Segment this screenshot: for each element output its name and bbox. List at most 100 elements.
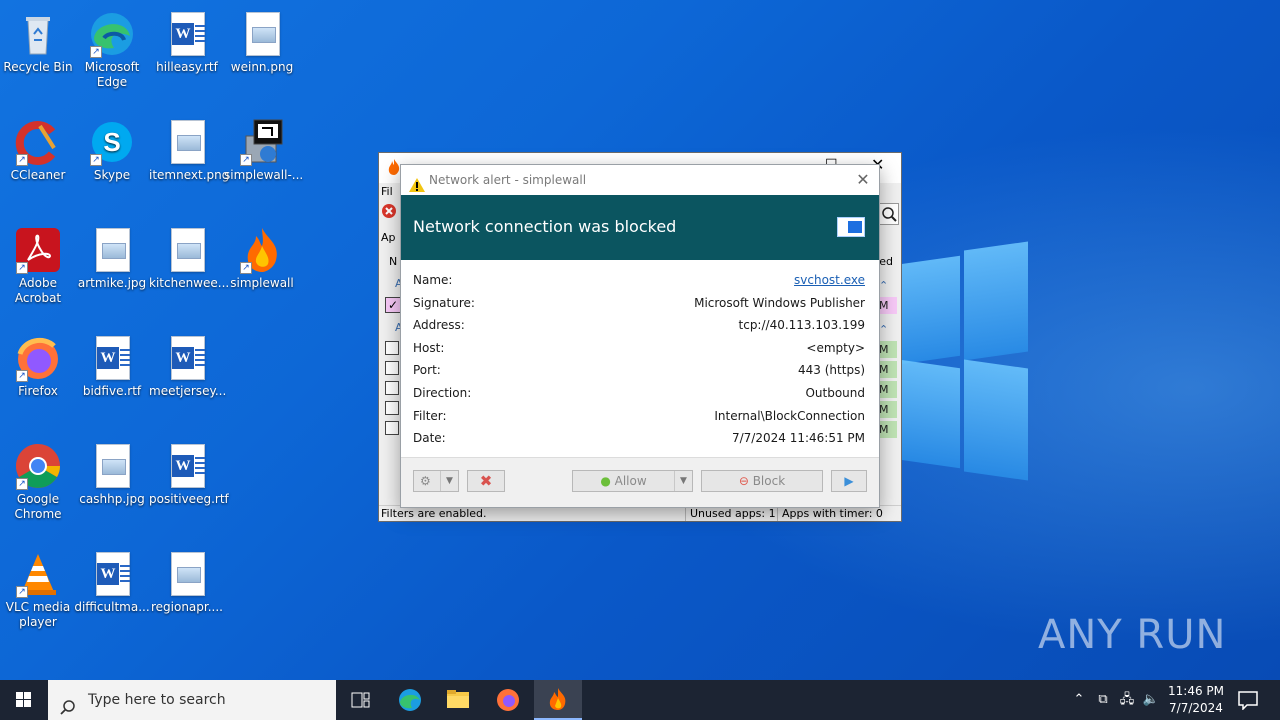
desktop-icon-label: CCleaner xyxy=(10,168,66,182)
detail-row-direction: Direction: Outbound xyxy=(413,383,867,406)
warning-icon xyxy=(409,173,425,192)
next-button[interactable]: ▶ xyxy=(831,470,867,492)
desktop-icon-weinn[interactable]: weinn.png xyxy=(224,6,300,75)
desktop-icon-difficultma[interactable]: W difficultma... xyxy=(74,546,150,615)
block-toolbar-icon[interactable] xyxy=(381,203,399,221)
desktop-icon-hilleasy[interactable]: W hilleasy.rtf xyxy=(149,6,225,75)
desktop-icon-artmike[interactable]: artmike.jpg xyxy=(74,222,150,291)
desktop-icon-label: Recycle Bin xyxy=(3,60,73,74)
collapse-arrow-icon[interactable]: ⌃ xyxy=(877,321,897,338)
desktop-icon-skype[interactable]: S ↗ Skype xyxy=(74,114,150,183)
installer-icon: ↗ xyxy=(238,118,286,166)
desktop-icon-label: simplewall xyxy=(230,276,294,290)
desktop-icon-ccleaner[interactable]: ↗ CCleaner xyxy=(0,114,76,183)
detail-label: Address: xyxy=(413,318,465,333)
window-pane-icon[interactable] xyxy=(837,217,865,237)
desktop-icon-recycle-bin[interactable]: Recycle Bin xyxy=(0,6,76,75)
app-checkbox[interactable] xyxy=(385,361,399,375)
detail-row-port: Port: 443 (https) xyxy=(413,360,867,383)
svg-text:S: S xyxy=(103,127,120,157)
allow-button[interactable]: ● Allow ▼ xyxy=(572,470,693,492)
desktop-icon-kitchenwee[interactable]: kitchenwee... xyxy=(149,222,229,291)
taskbar-search-box[interactable]: Type here to search xyxy=(48,680,336,720)
search-toolbar-icon[interactable] xyxy=(879,203,899,225)
detail-row-host: Host: <empty> xyxy=(413,338,867,361)
system-clock[interactable]: 11:46 PM 7/7/2024 xyxy=(1166,683,1226,717)
app-checkbox[interactable]: ✓ xyxy=(385,297,401,313)
status-unused-apps: Unused apps: 1 xyxy=(685,506,776,521)
anyrun-watermark: ANY RUN xyxy=(1038,612,1226,658)
app-checkbox[interactable] xyxy=(385,421,399,435)
alert-banner: Network connection was blocked xyxy=(401,195,879,260)
desktop-icon-cashhp[interactable]: cashhp.jpg xyxy=(74,438,150,507)
desktop-icon-microsoft-edge[interactable]: ↗ Microsoft Edge xyxy=(74,6,150,90)
desktop: Recycle Bin ↗ CCleaner ↗ Adobe Acrobat ↗… xyxy=(0,0,1280,680)
desktop-icon-google-chrome[interactable]: ↗ Google Chrome xyxy=(0,438,76,522)
app-checkbox[interactable] xyxy=(385,401,399,415)
taskbar-edge[interactable] xyxy=(386,680,434,720)
taskbar-file-explorer[interactable] xyxy=(434,680,482,720)
desktop-icon-label: regionapr.... xyxy=(150,600,223,614)
desktop-icon-label: cashhp.jpg xyxy=(79,492,145,506)
network-icon[interactable]: 🖧 xyxy=(1118,690,1136,710)
vlc-icon: ↗ xyxy=(14,550,62,598)
start-button[interactable] xyxy=(0,680,48,720)
desktop-icon-itemnext[interactable]: itemnext.png xyxy=(149,114,229,183)
status-filters: Filters are enabled. xyxy=(381,507,487,520)
detail-label: Name: xyxy=(413,273,453,287)
edge-icon: ↗ xyxy=(88,10,136,58)
tray-device-icon[interactable]: ⧉ xyxy=(1094,690,1112,710)
disable-notifications-button[interactable]: ✖ xyxy=(467,470,505,492)
app-checkbox[interactable] xyxy=(385,381,399,395)
acrobat-icon: ↗ xyxy=(14,226,62,274)
detail-row-address: Address: tcp://40.113.103.199 xyxy=(413,315,867,338)
taskbar-firefox[interactable] xyxy=(484,680,532,720)
alert-details: Name: svchost.exe Signature: Microsoft W… xyxy=(401,260,879,451)
desktop-icon-label: difficultma... xyxy=(74,600,150,614)
detail-label: Host: xyxy=(413,340,445,355)
image-file-icon xyxy=(163,118,211,166)
desktop-icon-vlc[interactable]: ↗ VLC media player xyxy=(0,546,76,630)
chevron-down-icon[interactable]: ▼ xyxy=(440,471,458,491)
tray-overflow-chevron-icon[interactable]: ⌃ xyxy=(1070,690,1088,710)
desktop-icon-adobe-acrobat[interactable]: ↗ Adobe Acrobat xyxy=(0,222,76,306)
action-center-button[interactable] xyxy=(1236,690,1260,711)
allow-dropdown-chevron-icon[interactable]: ▼ xyxy=(674,471,692,491)
detail-label: Direction: xyxy=(413,385,472,400)
task-view-button[interactable] xyxy=(336,680,384,720)
dialog-titlebar[interactable]: Network alert - simplewall ✕ xyxy=(401,165,879,195)
task-view-icon xyxy=(351,692,370,708)
clock-time: 11:46 PM xyxy=(1168,684,1224,698)
detail-label: Port: xyxy=(413,363,441,378)
row-time-suffix: M xyxy=(877,361,897,378)
desktop-icon-bidfive[interactable]: W bidfive.rtf xyxy=(74,330,150,399)
volume-icon[interactable]: 🔈 xyxy=(1142,690,1160,710)
desktop-icon-positiveeg[interactable]: W positiveeg.rtf xyxy=(149,438,229,507)
settings-dropdown-button[interactable]: ⚙ ▼ xyxy=(413,470,459,492)
tab-apps[interactable]: Ap xyxy=(381,231,401,244)
taskbar-simplewall[interactable] xyxy=(534,680,582,720)
desktop-icon-label: simplewall-... xyxy=(224,168,304,182)
menu-file[interactable]: Fil xyxy=(381,185,401,198)
check-circle-icon: ● xyxy=(600,474,611,488)
desktop-icon-regionapr[interactable]: regionapr.... xyxy=(149,546,225,615)
block-button[interactable]: ⊖ Block xyxy=(701,470,823,492)
detail-value: tcp://40.113.103.199 xyxy=(738,318,865,333)
desktop-icon-simplewall-installer[interactable]: ↗ simplewall-... xyxy=(224,114,304,183)
desktop-icon-simplewall[interactable]: ↗ simplewall xyxy=(224,222,300,291)
network-alert-dialog[interactable]: Network alert - simplewall ✕ Network con… xyxy=(400,164,880,508)
desktop-icon-firefox[interactable]: ↗ Firefox xyxy=(0,330,76,399)
simplewall-icon xyxy=(549,688,566,710)
word-doc-icon: W xyxy=(163,334,211,382)
app-checkbox[interactable] xyxy=(385,341,399,355)
collapse-arrow-icon[interactable]: ⌃ xyxy=(877,277,897,294)
detail-row-filter: Filter: Internal\BlockConnection xyxy=(413,406,867,429)
detail-label: Date: xyxy=(413,431,446,446)
column-right-header[interactable]: ed xyxy=(879,255,893,268)
image-file-icon xyxy=(88,442,136,490)
process-name-link[interactable]: svchost.exe xyxy=(794,270,865,290)
dialog-close-button[interactable]: ✕ xyxy=(855,165,871,195)
desktop-icon-label: Adobe Acrobat xyxy=(14,276,62,305)
desktop-icon-label: bidfive.rtf xyxy=(82,384,142,398)
desktop-icon-meetjersey[interactable]: W meetjersey... xyxy=(149,330,226,399)
